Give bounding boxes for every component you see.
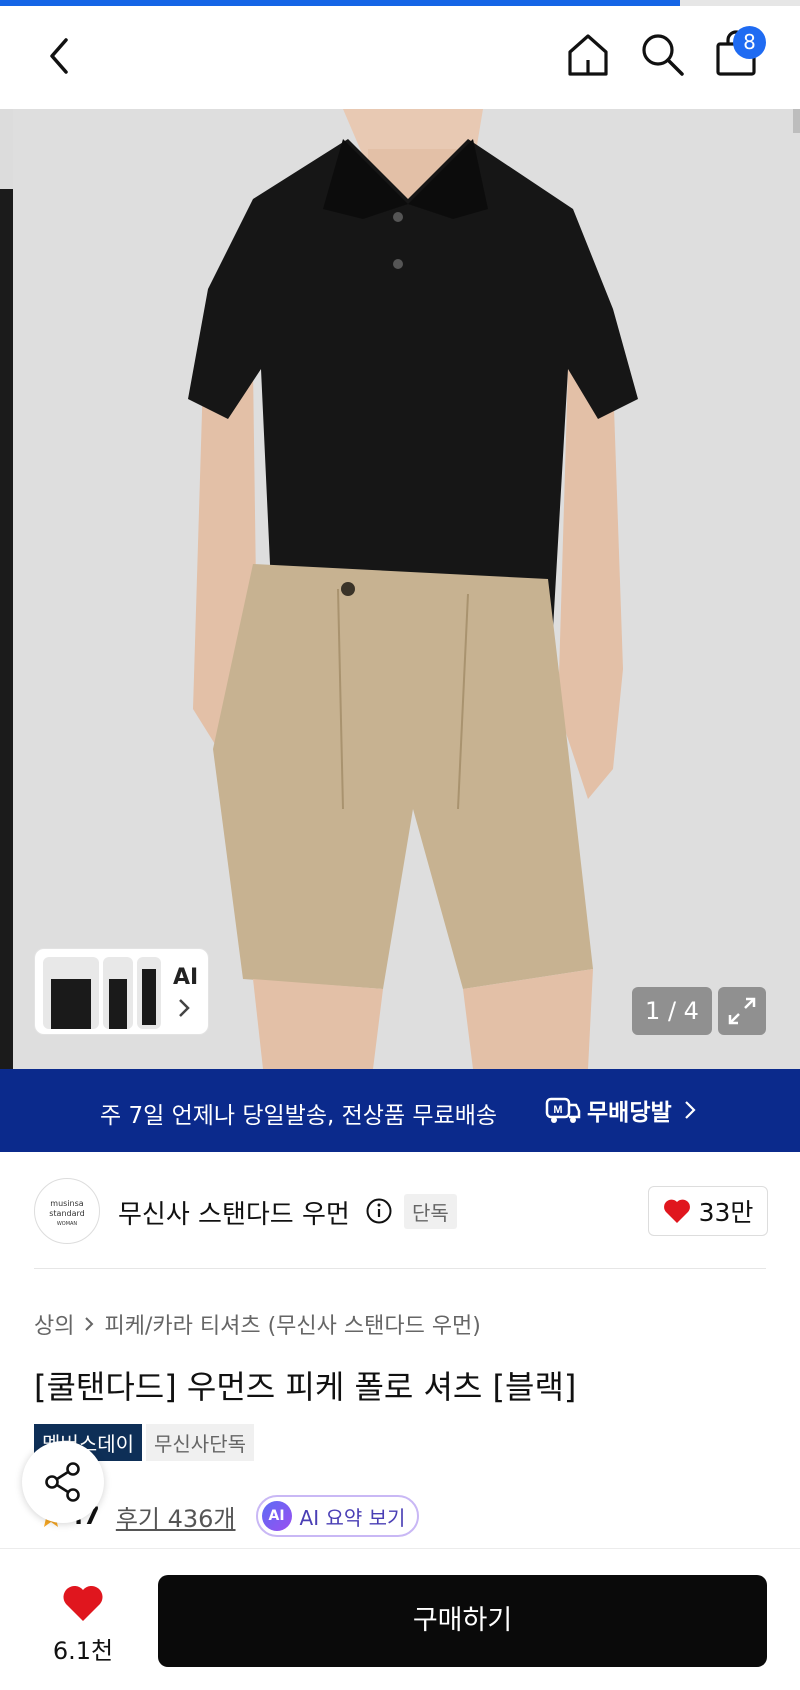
banner-text: 주 7일 언제나 당일발송, 전상품 무료배송 <box>100 1103 498 1129</box>
chevron-right-icon <box>179 999 190 1017</box>
home-icon[interactable] <box>562 28 614 80</box>
back-arrow-icon[interactable] <box>40 32 80 80</box>
section-divider <box>34 1268 766 1269</box>
ai-summary-button[interactable]: AI AI 요약 보기 <box>255 1495 420 1537</box>
musinsa-exclusive-tag: 무신사단독 <box>146 1424 254 1461</box>
store-name[interactable]: 무신사 스탠다드 우먼 <box>118 1194 350 1231</box>
store-logo[interactable]: musinsa standard WOMAN <box>34 1178 100 1244</box>
ai-summary-label: AI 요약 보기 <box>299 1505 406 1530</box>
exclusive-badge: 단독 <box>404 1194 457 1229</box>
search-icon[interactable] <box>636 28 688 80</box>
wishlist-count: 6.1천 <box>52 1637 114 1665</box>
share-button[interactable] <box>22 1441 104 1523</box>
heart-icon <box>63 1585 103 1621</box>
ai-thumbnail-label: AI <box>173 965 199 990</box>
product-photo <box>13 109 800 1069</box>
store-like-count: 33만 <box>698 1198 754 1227</box>
expand-image-button[interactable] <box>718 987 766 1035</box>
expand-icon <box>728 997 756 1025</box>
truck-mark-letter: M <box>553 1104 562 1116</box>
chevron-right-icon <box>685 1101 696 1119</box>
info-icon[interactable] <box>365 1197 393 1225</box>
image-counter: 1 / 4 <box>632 987 712 1035</box>
product-title: [쿨탠다드] 우먼즈 피케 폴로 셔츠 [블랙] <box>34 1368 577 1406</box>
store-row: musinsa standard WOMAN 무신사 스탠다드 우먼 단독 33… <box>0 1152 800 1270</box>
share-icon <box>45 1462 80 1502</box>
same-day-shipping-banner[interactable]: 주 7일 언제나 당일발송, 전상품 무료배송 M 무배당발 <box>0 1069 800 1152</box>
brand-label: 무배당발 <box>587 1100 672 1126</box>
breadcrumb-category[interactable]: 상의 <box>34 1308 74 1340</box>
product-image-gallery[interactable] <box>0 109 800 1069</box>
buy-button[interactable]: 구매하기 <box>158 1575 767 1667</box>
review-count-link[interactable]: 후기 436개 <box>116 1499 236 1534</box>
delivery-truck-icon: M <box>545 1097 581 1123</box>
image-scroll-indicator <box>793 109 800 133</box>
previous-image-edge <box>0 189 13 1069</box>
breadcrumb-subcategory[interactable]: 피케/카라 티셔츠 (무신사 스탠다드 우먼) <box>104 1308 480 1340</box>
ai-thumbnail-strip[interactable]: AI <box>34 948 209 1035</box>
store-like-button[interactable]: 33만 <box>648 1186 768 1236</box>
purchase-bar: 6.1천 구매하기 <box>0 1548 800 1690</box>
breadcrumb: 상의 피케/카라 티셔츠 (무신사 스탠다드 우먼) <box>34 1308 481 1340</box>
chevron-right-icon <box>85 1317 94 1331</box>
cart-count-badge: 8 <box>733 26 766 59</box>
thumbnail-image[interactable] <box>137 957 161 1029</box>
wishlist-button[interactable]: 6.1천 <box>50 1583 116 1666</box>
thumbnail-image[interactable] <box>43 957 99 1029</box>
ai-badge-icon: AI <box>261 1501 292 1531</box>
free-delivery-brand: M 무배당발 <box>545 1093 672 1127</box>
heart-icon <box>663 1199 690 1223</box>
top-navigation-bar: 8 <box>0 6 800 109</box>
thumbnail-image[interactable] <box>103 957 133 1029</box>
